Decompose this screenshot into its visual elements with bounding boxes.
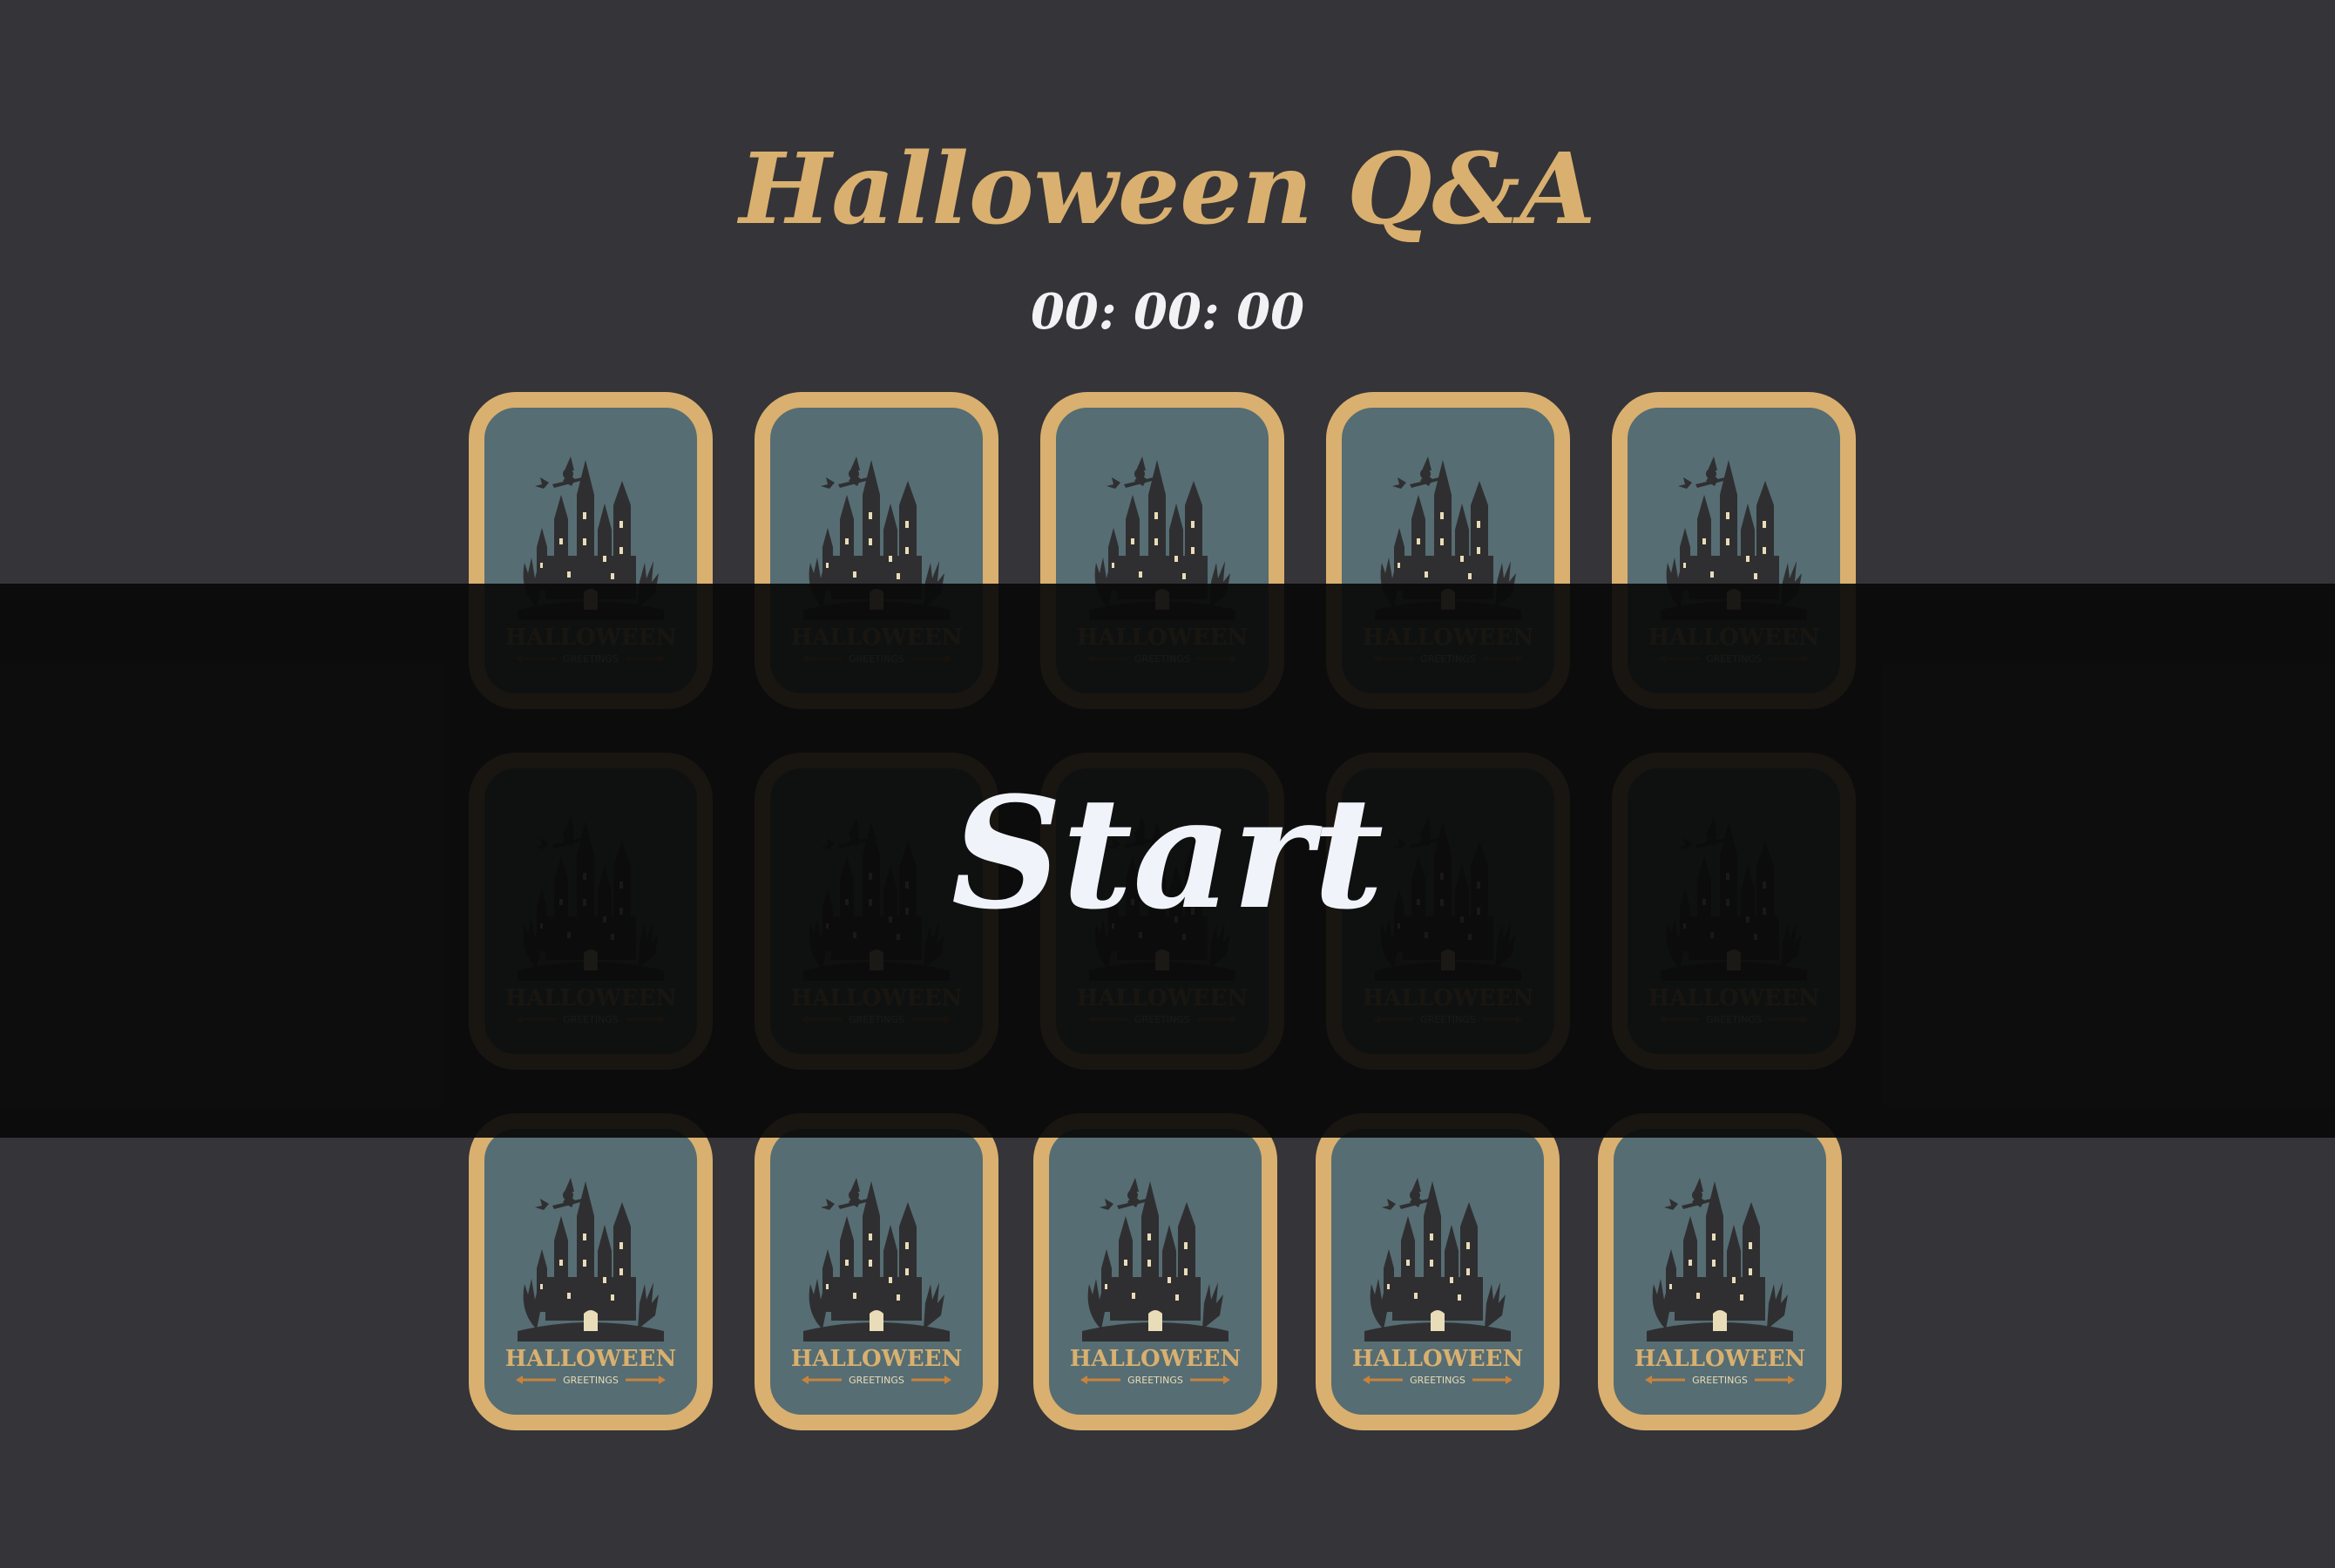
card-sublabel: GREETINGS: [849, 1375, 904, 1386]
memory-card[interactable]: HALLOWEEN GREETINGS: [1598, 1113, 1842, 1430]
witch-icon: [535, 456, 584, 489]
witch-icon: [1678, 456, 1727, 489]
witch-icon: [1100, 1178, 1148, 1210]
card-label: HALLOWEEN: [791, 1346, 963, 1372]
witch-icon: [1664, 1178, 1713, 1210]
witch-icon: [535, 1178, 584, 1210]
witch-icon: [1392, 456, 1441, 489]
memory-card[interactable]: HALLOWEEN GREETINGS: [755, 1113, 998, 1430]
memory-card[interactable]: HALLOWEEN GREETINGS: [1033, 1113, 1277, 1430]
memory-card[interactable]: HALLOWEEN GREETINGS: [469, 1113, 713, 1430]
card-sublabel: GREETINGS: [1692, 1375, 1748, 1386]
memory-card[interactable]: HALLOWEEN GREETINGS: [1316, 1113, 1560, 1430]
witch-icon: [821, 456, 870, 489]
card-label: HALLOWEEN: [1352, 1346, 1524, 1372]
witch-icon: [821, 1178, 870, 1210]
game-title: Halloween Q&A: [739, 132, 1596, 247]
card-label: HALLOWEEN: [1634, 1346, 1806, 1372]
witch-icon: [1382, 1178, 1431, 1210]
card-sublabel: GREETINGS: [563, 1375, 619, 1386]
start-button[interactable]: Start: [0, 758, 2335, 950]
card-sublabel: GREETINGS: [1127, 1375, 1183, 1386]
card-label: HALLOWEEN: [1070, 1346, 1242, 1372]
game-timer: 00: 00: 00: [1030, 283, 1305, 341]
card-sublabel: GREETINGS: [1410, 1375, 1465, 1386]
card-label: HALLOWEEN: [505, 1346, 677, 1372]
witch-icon: [1107, 456, 1155, 489]
